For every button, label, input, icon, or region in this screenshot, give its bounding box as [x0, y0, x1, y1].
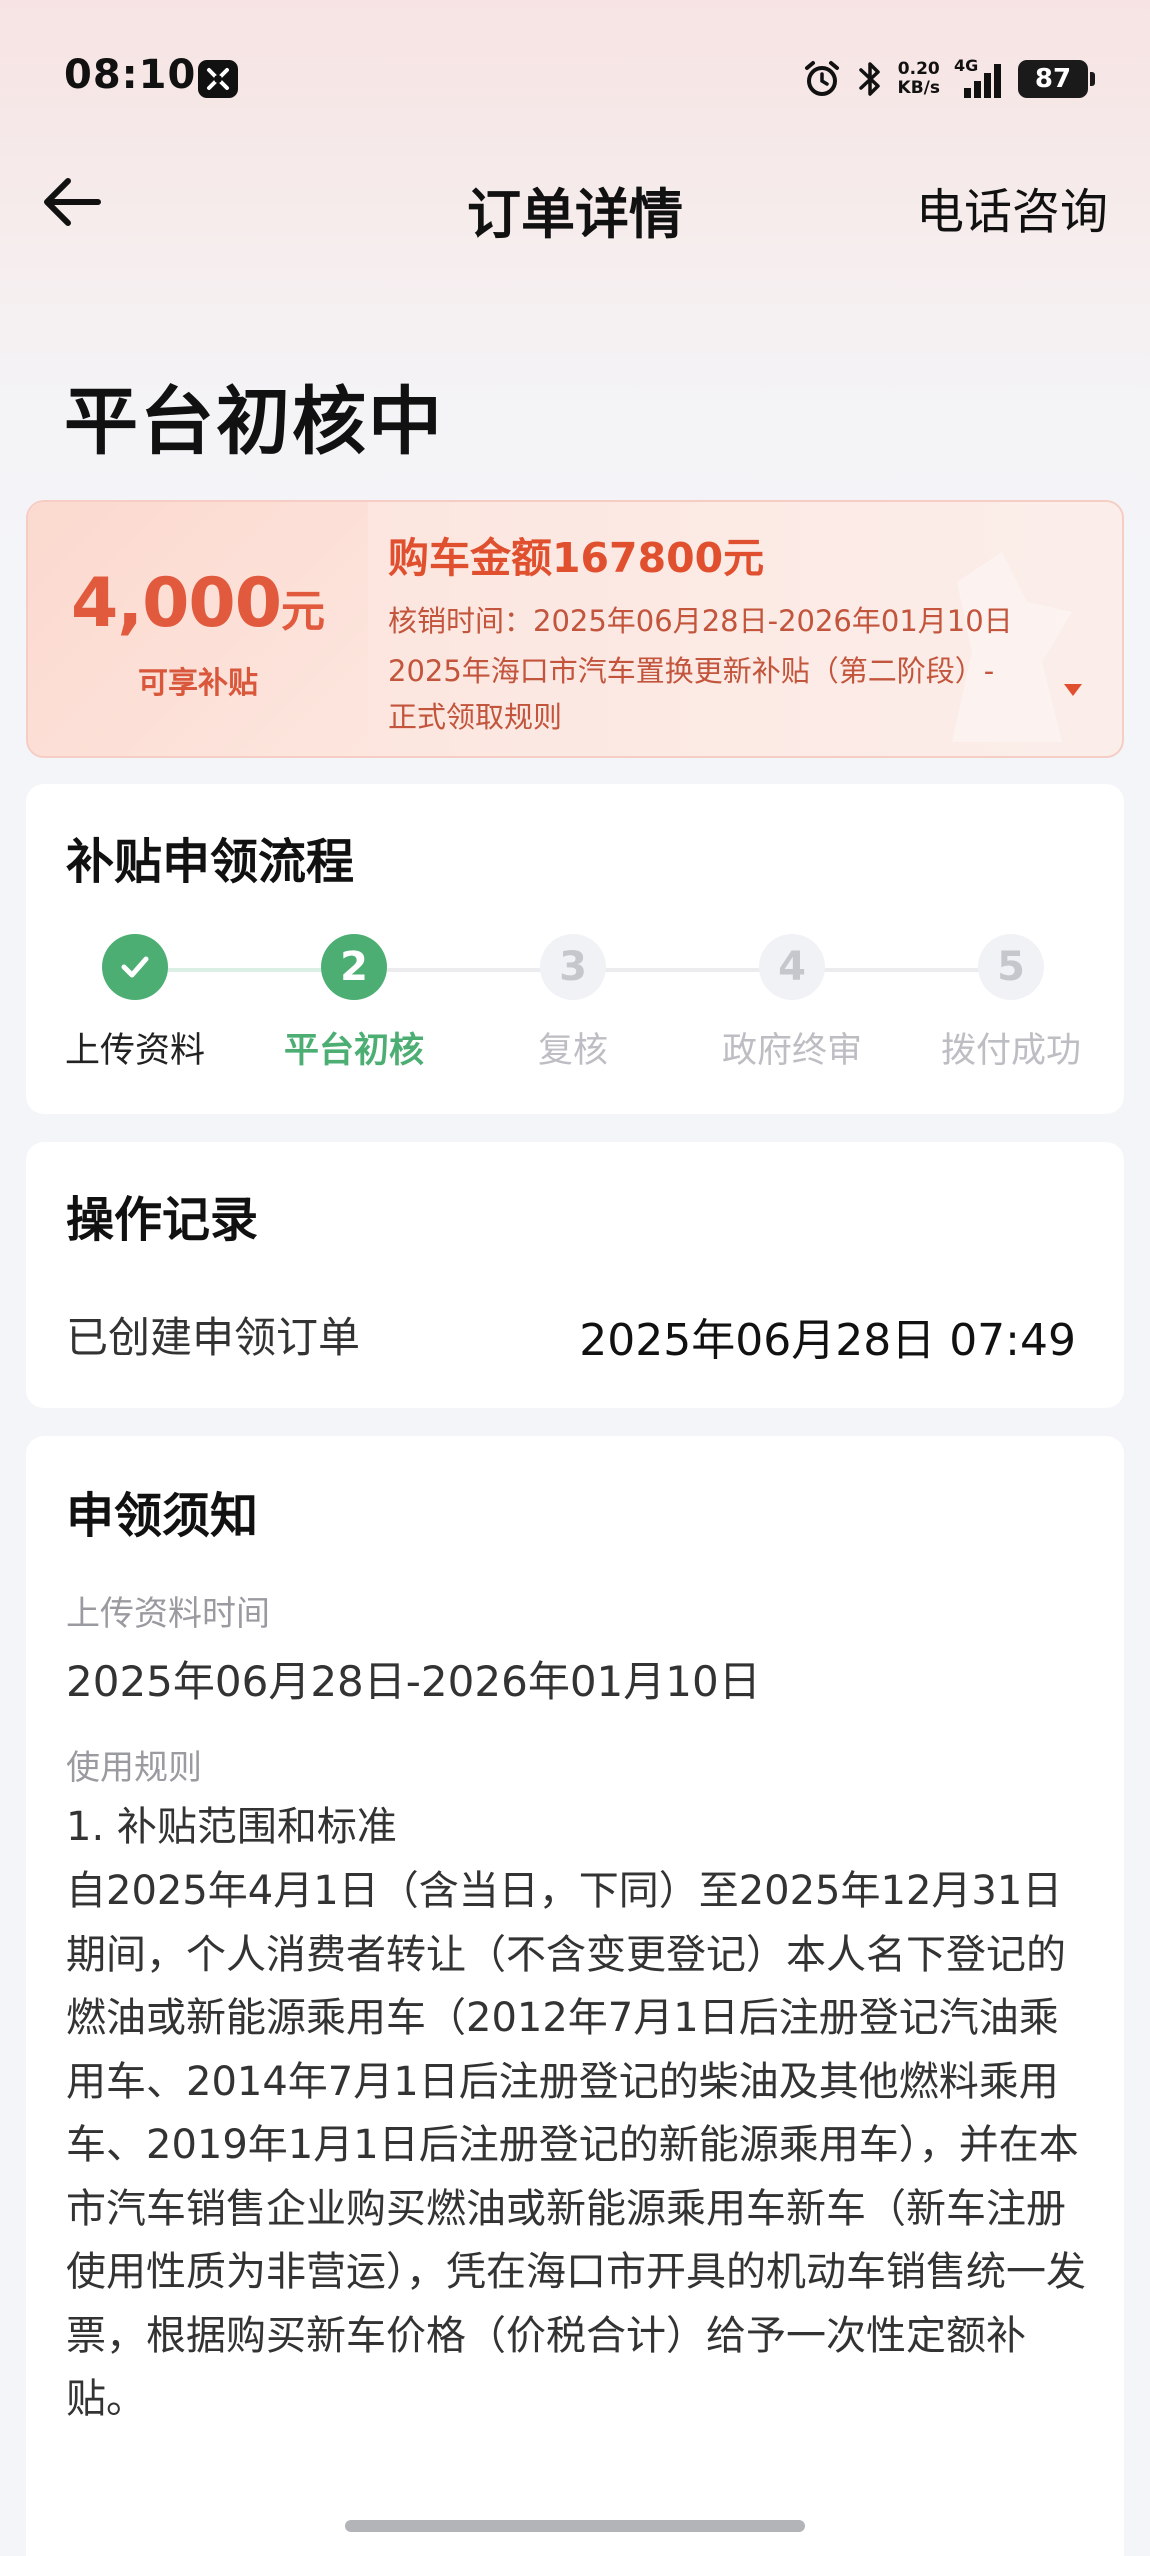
caret-down-icon[interactable]	[1064, 684, 1082, 696]
policy-rules-link[interactable]: 2025年海口市汽车置换更新补贴（第二阶段）-正式领取规则	[388, 648, 998, 740]
step-recheck: 3 复核	[468, 934, 678, 1073]
step-payment-success: 5 拨付成功	[906, 934, 1116, 1073]
step-label: 拨付成功	[940, 1031, 1081, 1071]
rule-text: 自2025年4月1日（含当日，下同）至2025年12月31日期间，个人消费者转让…	[66, 1868, 1086, 2422]
subsidy-card: 4,000元 可享补贴 购车金额167800元 核销时间：2025年06月28日…	[26, 500, 1124, 758]
alarm-icon	[804, 61, 839, 96]
arrow-left-icon	[44, 178, 101, 226]
subsidy-process-card: 补贴申领流程 上传资料 2 平台初核 3 复核 4 政府终审 5 拨付成功	[26, 784, 1124, 1114]
net-speed-value: 0.20	[897, 59, 940, 79]
upload-time-label: 上传资料时间	[66, 1594, 270, 1634]
status-time: 08:10	[64, 52, 197, 98]
step-upload: 上传资料	[30, 934, 240, 1073]
order-detail-page: 08:10 0.20 KB/s 4G 87 订单详情 电话咨询 平台初核中 4,…	[0, 0, 1150, 2556]
step-label: 复核	[537, 1031, 608, 1071]
phone-consult-button[interactable]: 电话咨询	[916, 172, 1108, 242]
step-number: 4	[759, 934, 825, 1000]
step-label: 平台初核	[283, 1031, 424, 1071]
network-type: 4G	[954, 56, 979, 75]
record-time: 2025年06月28日 07:49	[579, 1315, 1076, 1366]
step-number: 5	[978, 934, 1044, 1000]
upload-time-value: 2025年06月28日-2026年01月10日	[66, 1657, 761, 1706]
check-icon	[102, 934, 168, 1000]
order-status-title: 平台初核中	[64, 379, 444, 465]
purchase-amount: 购车金额167800元	[388, 534, 765, 582]
process-title: 补贴申领流程	[66, 834, 355, 890]
step-number: 3	[540, 934, 606, 1000]
subsidy-amount-value: 4,000	[70, 564, 282, 643]
operation-records-card: 操作记录 已创建申领订单 2025年06月28日 07:49	[26, 1142, 1124, 1408]
application-notice-card: 申领须知 上传资料时间 2025年06月28日-2026年01月10日 使用规则…	[26, 1436, 1124, 2556]
records-title: 操作记录	[66, 1192, 259, 1248]
step-platform-review: 2 平台初核	[249, 934, 459, 1073]
nav-bar: 订单详情 电话咨询	[0, 150, 1150, 260]
verify-time: 核销时间：2025年06月28日-2026年01月10日	[388, 604, 1013, 638]
subsidy-note: 可享补贴	[138, 666, 258, 701]
step-label: 政府终审	[721, 1031, 862, 1071]
back-button[interactable]	[38, 172, 118, 242]
status-icons: 0.20 KB/s 4G 87	[802, 54, 1095, 104]
bluetooth-icon	[858, 62, 880, 96]
signal-icon: 4G	[954, 56, 1004, 100]
net-speed-unit: KB/s	[897, 78, 940, 98]
rule-heading: 1. 补贴范围和标准	[66, 1804, 397, 1850]
step-government-review: 4 政府终审	[687, 934, 897, 1073]
status-bar: 08:10 0.20 KB/s 4G 87	[0, 0, 1150, 150]
battery-icon: 87	[1018, 60, 1095, 98]
step-label: 上传资料	[64, 1031, 205, 1071]
app-notification-icon	[198, 60, 238, 98]
subsidy-amount-panel: 4,000元 可享补贴	[28, 502, 368, 756]
record-name: 已创建申领订单	[66, 1313, 361, 1362]
home-indicator[interactable]	[345, 2520, 805, 2532]
step-number: 2	[321, 934, 387, 1000]
net-speed: 0.20 KB/s	[898, 60, 940, 98]
notice-title: 申领须知	[66, 1488, 259, 1544]
subsidy-amount-unit: 元	[281, 586, 326, 637]
rules-label: 使用规则	[66, 1748, 202, 1788]
subsidy-amount: 4,000元	[28, 564, 368, 643]
